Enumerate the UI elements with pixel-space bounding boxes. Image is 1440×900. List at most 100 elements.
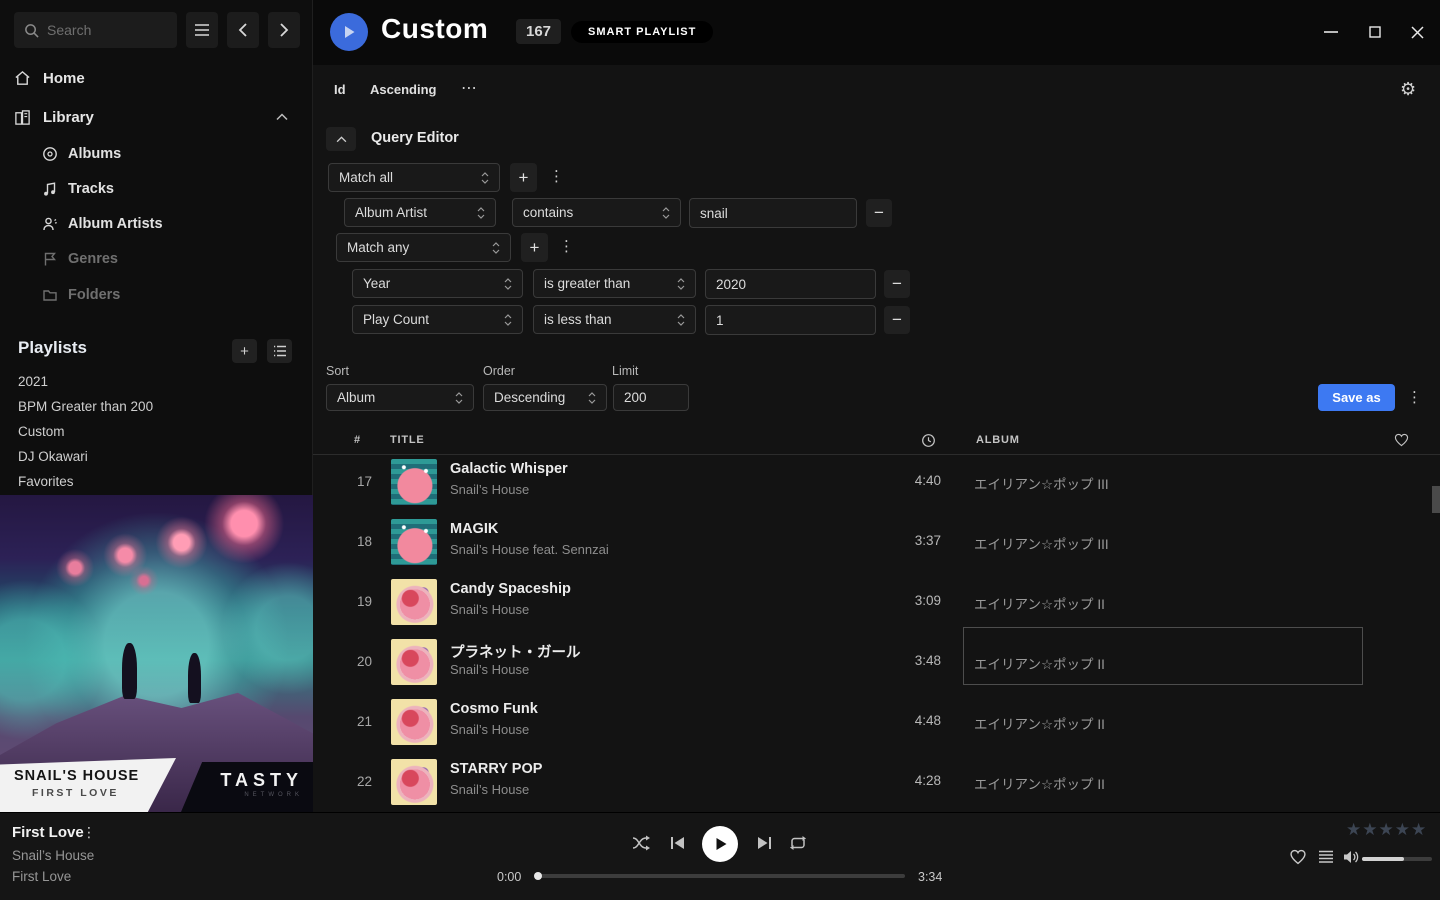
track-album: エイリアン☆ポップ III	[974, 533, 1109, 553]
rule-value-input[interactable]	[705, 269, 876, 299]
playlist-item[interactable]: Favorites	[18, 469, 298, 493]
playlist-item[interactable]: 2021	[18, 369, 298, 393]
track-album: エイリアン☆ポップ II	[974, 713, 1105, 733]
close-icon	[1411, 26, 1424, 39]
volume-icon[interactable]	[1343, 849, 1360, 865]
track-count-badge: 167	[516, 19, 561, 44]
track-row[interactable]: 18 MAGIK Snail’s House feat. Sennzai 3:3…	[313, 512, 1440, 572]
select-value: Match all	[339, 170, 393, 185]
scrollbar-thumb[interactable]	[1432, 486, 1440, 513]
sidebar-item-home[interactable]: Home	[14, 62, 300, 94]
window-maximize-button[interactable]	[1365, 22, 1385, 42]
track-artwork	[391, 759, 437, 805]
add-rule-button[interactable]: +	[510, 163, 537, 192]
rating-stars[interactable]: ★★★★★	[1346, 820, 1427, 840]
seek-bar[interactable]	[535, 874, 905, 878]
nav-forward-button[interactable]	[268, 12, 300, 48]
add-rule-button[interactable]: +	[521, 233, 548, 262]
track-row[interactable]: 22 STARRY POP Snail’s House 4:28 エイリアン☆ポ…	[313, 752, 1440, 812]
search-input[interactable]	[47, 22, 167, 38]
hamburger-icon	[194, 24, 210, 36]
match-type-select[interactable]: Match all	[328, 163, 500, 192]
sidebar: Home Library Albums Tracks Album Artists…	[0, 0, 313, 812]
artwork-title: FIRST LOVE	[32, 787, 162, 799]
remove-rule-button[interactable]: −	[866, 199, 892, 227]
rule-value-input[interactable]	[705, 305, 876, 335]
select-stepper-icon	[455, 391, 463, 405]
sort-field-button[interactable]: Id	[334, 82, 346, 97]
queue-button[interactable]	[1318, 850, 1334, 864]
now-playing-artwork: SNAIL'S HOUSE FIRST LOVE TASTY NETWORK	[0, 495, 313, 812]
more-options-button[interactable]: ⋯	[461, 78, 478, 98]
add-playlist-button[interactable]: +	[232, 339, 257, 363]
window-close-button[interactable]	[1407, 22, 1427, 42]
plus-icon: +	[240, 343, 249, 360]
column-album[interactable]: ALBUM	[976, 434, 1020, 446]
track-row[interactable]: 17 Galactic Whisper Snail’s House 4:40 エ…	[313, 452, 1440, 512]
sidebar-item-library[interactable]: Library	[14, 101, 300, 133]
flag-icon	[42, 251, 58, 267]
nav-back-button[interactable]	[227, 12, 259, 48]
search-box[interactable]	[14, 12, 177, 48]
previous-track-button[interactable]	[670, 836, 686, 850]
next-track-button[interactable]	[756, 836, 772, 850]
sidebar-item-genres[interactable]: Genres	[42, 244, 300, 274]
now-playing-menu-button[interactable]: ⋮	[82, 824, 96, 841]
track-artist: Snail’s House	[450, 782, 529, 797]
rule-group-menu-button[interactable]: ⋮	[549, 167, 563, 185]
playlist-item[interactable]: BPM Greater than 200	[18, 394, 298, 418]
save-menu-button[interactable]: ⋮	[1407, 388, 1421, 406]
track-duration: 4:40	[873, 473, 941, 488]
now-playing-title: First Love	[12, 824, 84, 841]
play-playlist-button[interactable]	[330, 13, 368, 51]
remove-rule-button[interactable]: −	[884, 306, 910, 334]
track-artist: Snail’s House	[450, 602, 529, 617]
artwork-label-name: TASTY	[211, 770, 303, 791]
order-select[interactable]: Descending	[483, 384, 607, 411]
sidebar-item-albums[interactable]: Albums	[42, 139, 300, 169]
volume-slider[interactable]	[1362, 857, 1432, 861]
seek-handle[interactable]	[534, 872, 542, 880]
rule-field-select[interactable]: Year	[352, 269, 523, 298]
shuffle-button[interactable]	[632, 834, 652, 852]
track-row[interactable]: 21 Cosmo Funk Snail’s House 4:48 エイリアン☆ポ…	[313, 692, 1440, 752]
rule-operator-select[interactable]: is greater than	[533, 269, 696, 298]
rule-field-select[interactable]: Play Count	[352, 305, 523, 334]
query-editor-collapse-button[interactable]	[326, 127, 356, 151]
sort-select[interactable]: Album	[326, 384, 474, 411]
music-note-icon	[42, 181, 58, 197]
gear-icon[interactable]: ⚙	[1400, 79, 1416, 100]
play-pause-button[interactable]	[702, 826, 738, 862]
save-as-button[interactable]: Save as	[1318, 384, 1395, 411]
match-type-select[interactable]: Match any	[336, 233, 511, 262]
rule-value-input[interactable]	[689, 198, 857, 228]
sidebar-item-tracks[interactable]: Tracks	[42, 174, 300, 204]
remove-rule-button[interactable]: −	[884, 270, 910, 298]
column-title[interactable]: TITLE	[390, 434, 425, 446]
rule-group-menu-button[interactable]: ⋮	[559, 237, 573, 255]
column-index[interactable]: #	[354, 434, 361, 446]
sidebar-item-album-artists[interactable]: Album Artists	[42, 209, 300, 239]
rule-operator-select[interactable]: contains	[512, 198, 681, 227]
track-title: Galactic Whisper	[450, 461, 568, 477]
playlist-item[interactable]: DJ Okawari	[18, 444, 298, 468]
favorite-heart-icon[interactable]	[1394, 433, 1409, 447]
chevron-right-icon	[279, 23, 289, 37]
sort-direction-button[interactable]: Ascending	[370, 82, 436, 97]
menu-button[interactable]	[186, 12, 218, 48]
window-minimize-button[interactable]	[1321, 22, 1341, 42]
track-row[interactable]: 20 プラネット・ガール Snail’s House 3:48 エイリアン☆ポッ…	[313, 632, 1440, 692]
limit-input[interactable]	[613, 384, 689, 411]
track-row[interactable]: 19 Candy Spaceship Snail’s House 3:09 エイ…	[313, 572, 1440, 632]
select-value: is greater than	[544, 276, 630, 291]
rule-field-select[interactable]: Album Artist	[344, 198, 496, 227]
select-value: Descending	[494, 390, 565, 405]
repeat-button[interactable]	[788, 835, 808, 851]
playlist-list-button[interactable]	[267, 339, 292, 363]
rule-operator-select[interactable]: is less than	[533, 305, 696, 334]
sidebar-item-folders[interactable]: Folders	[42, 280, 300, 310]
favorite-heart-button[interactable]	[1289, 849, 1307, 865]
duration-clock-icon[interactable]	[921, 433, 936, 448]
playlist-item[interactable]: Custom	[18, 419, 298, 443]
play-icon	[712, 837, 728, 851]
